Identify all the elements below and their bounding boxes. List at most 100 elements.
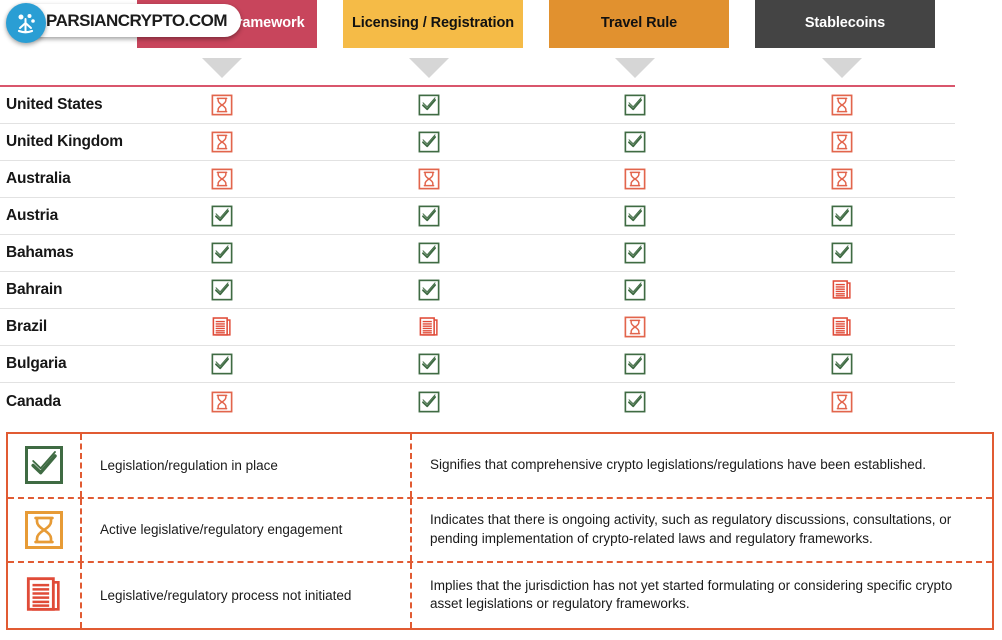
table-row[interactable]: United States	[0, 87, 955, 124]
legend-label: Legislative/regulatory process not initi…	[100, 587, 352, 603]
document-icon	[418, 316, 440, 338]
legend-description-cell: Indicates that there is ongoing activity…	[412, 499, 992, 562]
check-icon	[624, 205, 646, 227]
status-cell[interactable]	[622, 314, 648, 340]
status-cell[interactable]	[416, 314, 442, 340]
status-cell[interactable]	[622, 129, 648, 155]
country-status-matrix: United States United Kingdom Australia Aust…	[0, 87, 955, 420]
legend-description: Indicates that there is ongoing activity…	[430, 512, 952, 546]
legend-description: Implies that the jurisdiction has not ye…	[430, 577, 953, 612]
check-icon	[211, 205, 233, 227]
status-cell[interactable]	[829, 351, 855, 377]
status-cell[interactable]	[209, 203, 235, 229]
country-name: Canada	[6, 392, 61, 410]
legend-label-cell: Legislative/regulatory process not initi…	[82, 563, 412, 628]
check-icon	[418, 242, 440, 264]
table-row[interactable]: Bahrain	[0, 272, 955, 309]
column-header-licensing-registration[interactable]: Licensing / Registration	[343, 0, 523, 48]
status-cell[interactable]	[209, 277, 235, 303]
status-cell[interactable]	[829, 314, 855, 340]
status-cell[interactable]	[209, 129, 235, 155]
table-row[interactable]: Australia	[0, 161, 955, 198]
status-cell[interactable]	[622, 203, 648, 229]
hourglass-icon	[624, 316, 646, 338]
check-icon	[831, 353, 853, 375]
status-cell[interactable]	[622, 166, 648, 192]
status-cell[interactable]	[829, 277, 855, 303]
check-icon	[211, 279, 233, 301]
table-row[interactable]: Bahamas	[0, 235, 955, 272]
hourglass-icon	[831, 168, 853, 190]
column-header-label: Licensing / Registration	[352, 15, 514, 32]
legend-icon-cell	[8, 498, 82, 562]
table-row[interactable]: United Kingdom	[0, 124, 955, 161]
check-icon	[418, 205, 440, 227]
column-header-label: Stablecoins	[804, 15, 886, 32]
status-cell[interactable]	[829, 203, 855, 229]
parsiancrypto-logo-icon	[6, 3, 46, 43]
status-cell[interactable]	[622, 351, 648, 377]
status-cell[interactable]	[209, 351, 235, 377]
check-icon	[831, 242, 853, 264]
country-name: Brazil	[6, 318, 48, 335]
document-icon	[211, 316, 233, 338]
status-cell[interactable]	[829, 92, 855, 118]
chevron-down-icon	[822, 58, 862, 78]
document-icon	[831, 279, 853, 301]
country-name: Bahrain	[6, 281, 63, 298]
status-cell[interactable]	[416, 240, 442, 266]
legend-icon-cell	[8, 563, 82, 628]
status-cell[interactable]	[829, 389, 855, 415]
legend-icon-cell	[8, 434, 82, 497]
status-cell[interactable]	[622, 389, 648, 415]
legend-label-cell: Active legislative/regulatory engagement	[82, 498, 412, 562]
table-row[interactable]: Canada	[0, 383, 955, 420]
check-icon	[624, 353, 646, 375]
country-name: United States	[6, 96, 103, 113]
hourglass-icon	[831, 94, 853, 116]
status-cell[interactable]	[416, 92, 442, 118]
table-row[interactable]: Austria	[0, 198, 955, 235]
regulation-matrix-page: Regulatory Framework Licensing / Registr…	[0, 0, 1002, 640]
legend-description-cell: Implies that the jurisdiction has not ye…	[412, 563, 992, 628]
status-cell[interactable]	[829, 166, 855, 192]
country-name: Bahamas	[6, 244, 74, 261]
status-cell[interactable]	[209, 166, 235, 192]
hourglass-icon	[24, 510, 64, 550]
check-icon	[211, 242, 233, 264]
country-name: United Kingdom	[6, 133, 123, 150]
check-icon	[24, 445, 64, 485]
legend-label-cell: Legislation/regulation in place	[82, 434, 412, 497]
hourglass-icon	[211, 391, 233, 413]
status-cell[interactable]	[829, 129, 855, 155]
status-cell[interactable]	[209, 314, 235, 340]
chevron-down-icon	[615, 58, 655, 78]
check-icon	[418, 131, 440, 153]
table-row[interactable]: Bulgaria	[0, 346, 955, 383]
status-cell[interactable]	[622, 92, 648, 118]
country-name: Australia	[6, 170, 71, 187]
column-header-travel-rule[interactable]: Travel Rule	[549, 0, 729, 48]
status-cell[interactable]	[416, 166, 442, 192]
status-cell[interactable]	[622, 277, 648, 303]
table-row[interactable]: Brazil	[0, 309, 955, 346]
legend-row: Active legislative/regulatory engagement…	[8, 498, 992, 564]
check-icon	[624, 94, 646, 116]
column-header-stablecoins[interactable]: Stablecoins	[755, 0, 935, 48]
hourglass-icon	[831, 131, 853, 153]
column-header-label: Travel Rule	[600, 15, 678, 32]
status-cell[interactable]	[416, 129, 442, 155]
status-cell[interactable]	[829, 240, 855, 266]
status-cell[interactable]	[416, 389, 442, 415]
legend-description-cell: Signifies that comprehensive crypto legi…	[412, 434, 992, 497]
country-name: Bulgaria	[6, 355, 67, 372]
status-cell[interactable]	[209, 92, 235, 118]
status-cell[interactable]	[416, 351, 442, 377]
hourglass-icon	[211, 131, 233, 153]
status-cell[interactable]	[209, 240, 235, 266]
status-cell[interactable]	[416, 203, 442, 229]
status-cell[interactable]	[209, 389, 235, 415]
status-cell[interactable]	[416, 277, 442, 303]
hourglass-icon	[624, 168, 646, 190]
status-cell[interactable]	[622, 240, 648, 266]
